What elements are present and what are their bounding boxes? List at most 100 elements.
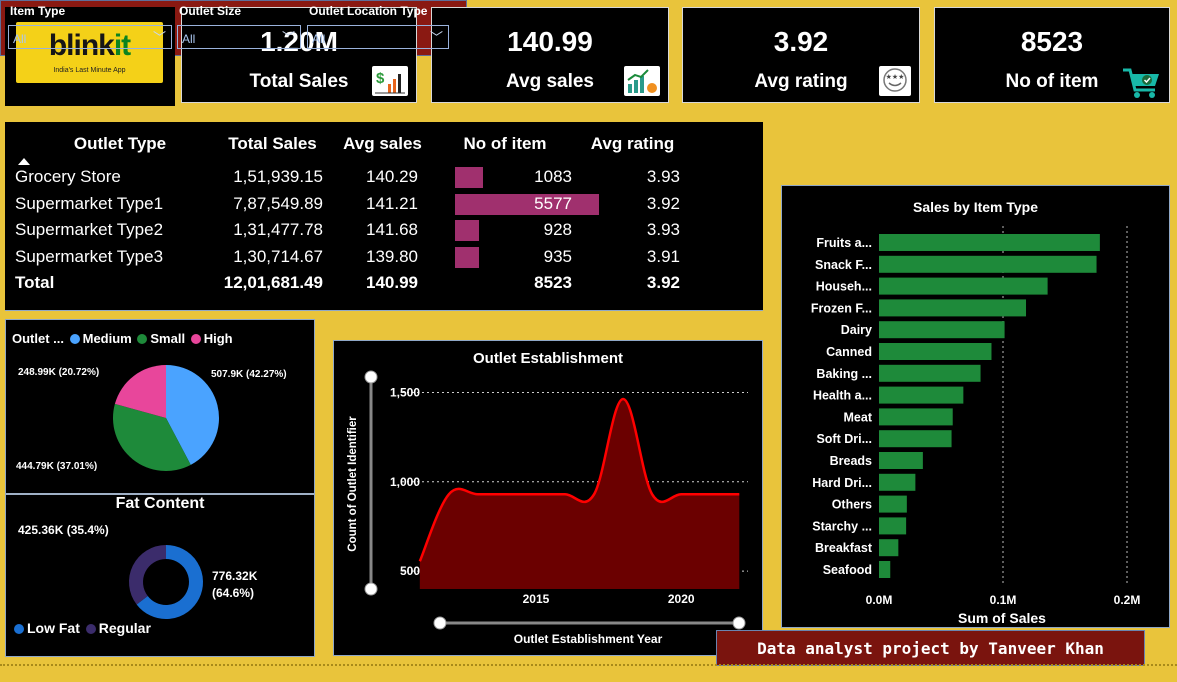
table-row[interactable]: Supermarket Type2 1,31,477.78 141.68 928 3.9… (15, 217, 685, 244)
bar[interactable] (879, 321, 1005, 339)
filter-outlet-location: Outlet Location Type All ﹀ (307, 4, 449, 49)
growth-chart-icon (624, 66, 660, 96)
outlet-establishment-chart: 500 1,000 1,500 2015 2020 Outlet Establishmen… (347, 370, 748, 646)
header-avg-rating[interactable]: Avg rating (580, 134, 685, 164)
cell-value: 5577 (534, 193, 572, 213)
x-slider-handle-left[interactable] (433, 616, 447, 630)
y-slider-handle-bottom[interactable] (364, 582, 378, 596)
header-avg-sales[interactable]: Avg sales (335, 134, 430, 164)
item-type-dropdown[interactable]: All ﹀ (8, 25, 172, 49)
total-avg-sales: 140.99 (366, 273, 418, 293)
x-tick-label: 0.2M (1114, 593, 1141, 607)
bar[interactable] (879, 561, 891, 578)
credit-banner: Data analyst project by Tanveer Khan (716, 630, 1145, 666)
svg-text:$: $ (376, 70, 385, 87)
category-label: Meat (844, 410, 873, 424)
cell-no-of-item: 5577 (430, 191, 599, 218)
total-sales: 12,01,681.49 (223, 273, 323, 293)
legend-regular[interactable]: Regular (84, 620, 151, 636)
chevron-down-icon: ﹀ (281, 30, 295, 45)
bar[interactable] (879, 234, 1100, 251)
x-slider-handle-right[interactable] (732, 616, 746, 630)
bar[interactable] (879, 299, 1027, 317)
total-items: 8523 (534, 273, 572, 293)
table-row[interactable]: Supermarket Type3 1,30,714.67 139.80 935 3.9… (15, 244, 685, 271)
cell-avg-rating: 3.91 (646, 246, 680, 266)
y-axis-label: Count of Outlet Identifier (347, 416, 359, 552)
kpi-value: 3.92 (773, 26, 829, 57)
fat-content-legend: Low Fat Regular (12, 620, 151, 636)
cell-no-of-item: 1083 (430, 164, 580, 191)
cell-total-sales: 1,30,714.67 (233, 246, 323, 266)
donut-label-regular: 425.36K (35.4%) (18, 523, 109, 537)
pie-label-medium: 507.9K (42.27%) (211, 369, 287, 380)
cell-avg-rating: 3.93 (646, 220, 680, 240)
category-label: Starchy ... (812, 519, 872, 533)
x-tick-label: 2015 (523, 592, 550, 606)
legend-dot (85, 624, 96, 634)
legend-dot (14, 624, 24, 634)
table-row[interactable]: Supermarket Type1 7,87,549.89 141.21 5577 3.… (15, 191, 685, 218)
dropdown-value: All (13, 32, 27, 46)
legend-low-fat[interactable]: Low Fat (12, 620, 80, 636)
kpi-total-sales: 1.20M Total Sales $ (181, 7, 417, 103)
pie-label-small: 444.79K (37.01%) (16, 461, 98, 472)
cell-avg-sales: 141.68 (366, 220, 418, 240)
bar[interactable] (879, 452, 923, 469)
bar[interactable] (879, 430, 952, 448)
category-label: Health a... (813, 389, 872, 403)
kpi-value: 8523 (1020, 26, 1084, 57)
bar[interactable] (879, 539, 899, 557)
category-label: Fruits a... (816, 236, 872, 250)
cell-outlet-type: Grocery Store (15, 167, 121, 187)
logo-panel: blinkit India's Last Minute App (5, 7, 175, 106)
table-row[interactable]: Grocery Store 1,51,939.15 140.29 1083 3.93 (15, 164, 685, 191)
bar[interactable] (879, 364, 981, 382)
cell-value: 935 (543, 246, 572, 266)
header-no-of-item[interactable]: No of item (430, 134, 580, 164)
category-label: Breakfast (815, 541, 873, 555)
outlet-establishment-panel: Outlet Establishment 500 1,000 1,500 2015 20… (333, 340, 763, 656)
category-label: Househ... (816, 280, 872, 294)
header-outlet-type[interactable]: Outlet Type (15, 134, 210, 164)
donut-label-low-fat: 776.32K (64.6%) (212, 569, 258, 600)
outlet-table: Outlet Type Total Sales Avg sales No of … (15, 134, 685, 297)
y-slider-handle-top[interactable] (364, 370, 378, 384)
bar[interactable] (879, 386, 964, 404)
cell-outlet-type: Supermarket Type2 (15, 220, 164, 240)
bottom-dotted-line (0, 664, 1177, 666)
sales-by-item-type-panel: Sales by Item Type 0.0M 0.1M 0.2M Fruits a.… (781, 185, 1170, 628)
y-tick-label: 1,500 (390, 385, 420, 399)
category-label: Dairy (841, 323, 872, 337)
donut-slice-regular[interactable] (129, 545, 167, 605)
x-axis-label: Outlet Establishment Year (514, 632, 663, 646)
category-label: Canned (826, 345, 872, 359)
category-label: Seafood (823, 563, 872, 577)
category-label: Frozen F... (811, 301, 872, 315)
cell-avg-rating: 3.93 (646, 167, 680, 187)
cell-no-of-item: 928 (430, 217, 580, 244)
category-label: Breads (830, 454, 872, 468)
x-tick-label: 0.0M (866, 593, 893, 607)
bar[interactable] (879, 408, 953, 426)
bar[interactable] (879, 343, 992, 360)
bar[interactable] (879, 277, 1048, 295)
outlet-size-fat-panel: Outlet ... Medium Small High 248.99K (20… (5, 319, 315, 657)
y-tick-label: 1,000 (390, 475, 420, 489)
cell-outlet-type: Supermarket Type1 (15, 193, 164, 213)
pie-label-high: 248.99K (20.72%) (18, 367, 100, 378)
bar[interactable] (879, 495, 907, 513)
dollar-chart-icon: $ (372, 66, 408, 96)
filter-title: Item Type (10, 4, 66, 18)
chevron-down-icon: ﹀ (429, 30, 443, 45)
bar[interactable] (879, 517, 907, 535)
filter-title: Outlet Size (179, 4, 242, 18)
bar[interactable] (879, 255, 1097, 273)
cell-outlet-type: Supermarket Type3 (15, 246, 164, 266)
cell-value: 928 (543, 220, 572, 240)
outlet-size-dropdown[interactable]: All ﹀ (177, 25, 301, 49)
outlet-location-dropdown[interactable]: All ﹀ (307, 25, 449, 49)
category-label: Snack F... (815, 258, 872, 272)
header-total-sales[interactable]: Total Sales (210, 134, 335, 164)
bar[interactable] (879, 473, 916, 491)
